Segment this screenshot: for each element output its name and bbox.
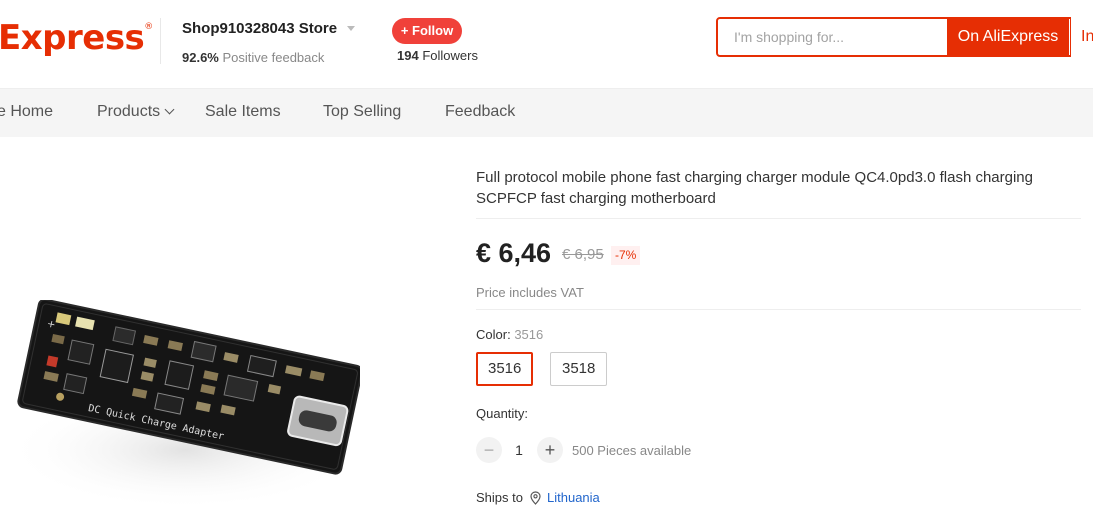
quantity-value[interactable]: 1 bbox=[505, 442, 533, 458]
available-stock: 500 Pieces available bbox=[572, 443, 692, 458]
nav-item-products[interactable]: Products bbox=[97, 103, 175, 121]
location-pin-icon bbox=[530, 491, 541, 505]
store-nav: e Home Products Sale Items Top Selling F… bbox=[0, 88, 1093, 137]
chevron-down-icon bbox=[164, 104, 175, 115]
search-box: On AliExpress In bbox=[716, 17, 1093, 57]
vat-note: Price includes VAT bbox=[476, 285, 584, 300]
divider bbox=[476, 218, 1081, 219]
followers-count: 194 Followers bbox=[397, 48, 478, 63]
discount-badge: -7% bbox=[611, 246, 641, 265]
aliexpress-logo[interactable]: Express® bbox=[0, 18, 153, 58]
product-image[interactable]: DC Quick Charge Adapter + bbox=[0, 300, 360, 519]
nav-item-sale-items[interactable]: Sale Items bbox=[205, 103, 281, 121]
chevron-down-icon[interactable] bbox=[347, 26, 355, 31]
header-divider bbox=[160, 18, 161, 64]
ships-to-country-link[interactable]: Lithuania bbox=[547, 490, 600, 505]
search-aliexpress-button[interactable]: On AliExpress bbox=[947, 17, 1069, 57]
quantity-label: Quantity: bbox=[476, 406, 529, 421]
color-option-3518[interactable]: 3518 bbox=[550, 352, 608, 386]
original-price: € 6,95 bbox=[562, 246, 604, 263]
follow-button[interactable]: + Follow bbox=[392, 18, 462, 44]
color-option-3516[interactable]: 3516 bbox=[476, 352, 534, 386]
product-title: Full protocol mobile phone fast charging… bbox=[476, 169, 1033, 207]
ships-to-label: Ships to bbox=[476, 490, 523, 505]
color-label: Color: 3516 bbox=[476, 327, 544, 342]
nav-item-store-home[interactable]: e Home bbox=[0, 103, 53, 121]
quantity-decrease-button[interactable]: − bbox=[476, 437, 502, 463]
nav-item-feedback[interactable]: Feedback bbox=[445, 103, 515, 121]
search-input[interactable] bbox=[728, 19, 943, 55]
store-header: Express® Shop910328043 Store 92.6% Posit… bbox=[0, 0, 1093, 88]
quantity-increase-button[interactable]: + bbox=[537, 437, 563, 463]
search-in-store-button[interactable]: In bbox=[1070, 17, 1093, 57]
store-name[interactable]: Shop910328043 Store bbox=[182, 20, 337, 37]
divider bbox=[476, 309, 1081, 310]
store-feedback: 92.6% Positive feedback bbox=[182, 50, 325, 65]
current-price: € 6,46 bbox=[476, 238, 552, 268]
nav-item-top-selling[interactable]: Top Selling bbox=[323, 103, 401, 121]
